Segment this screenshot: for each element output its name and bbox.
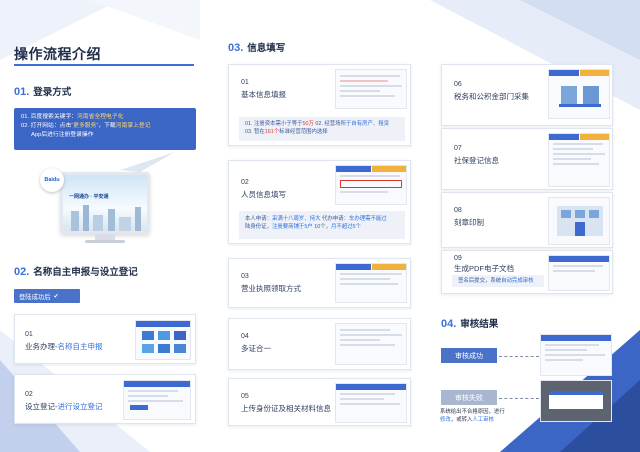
baidu-logo: Baidu: [40, 168, 64, 192]
login-success-tag: 登陆成功后 ✔: [14, 289, 80, 303]
card-title: 业务办理-: [25, 342, 58, 351]
card-title: 上传身份证及相关材料信息: [241, 404, 331, 413]
form-screenshot: [548, 255, 610, 291]
card-number: 03: [241, 273, 249, 280]
step3-card-personnel-info[interactable]: 02 人员信息填写 本人申请：采满十八周岁、持大 代办申请：车办理需不能过 陆身…: [228, 160, 411, 244]
app-screenshot: [135, 320, 191, 360]
page-title: 操作流程介绍: [14, 46, 101, 62]
card-title: 人员信息填写: [241, 190, 286, 199]
login-step2-text-b: ，下载: [98, 122, 116, 129]
building-icon: [559, 86, 601, 107]
step3-card-license-pickup[interactable]: 03 营业执照领取方式: [228, 258, 411, 308]
section-03-heading: 03. 信息填写: [228, 40, 285, 54]
section-number: 04.: [441, 318, 457, 330]
monitor-screenshot: 一网通办 · 平安通: [60, 172, 150, 234]
step3-card-multi-certificate[interactable]: 04 多证合一: [228, 318, 411, 370]
form-screenshot: [548, 197, 610, 245]
card-number: 01: [241, 79, 249, 86]
form-screenshot: [335, 323, 407, 365]
step3-card-seal[interactable]: 08 刻章印制: [441, 192, 613, 248]
section-02-heading: 02. 名称自主申报与设立登记: [14, 264, 138, 278]
step3-card-social-security[interactable]: 07 社保登记信息: [441, 128, 613, 190]
card-title-link[interactable]: 名称自主申报: [58, 342, 103, 351]
step3-card-tax-fund[interactable]: 06 税务和公积金部门采集: [441, 64, 613, 126]
card-number: 08: [454, 207, 462, 214]
form-screenshot: [335, 383, 407, 423]
card-title: 生成PDF电子文档: [454, 264, 514, 273]
form-screenshot: [335, 263, 407, 303]
card-title: 营业执照领取方式: [241, 284, 301, 293]
login-step1-text: 01. 百度搜索关键字：: [21, 114, 78, 120]
card-title: 多证合一: [241, 344, 271, 353]
login-instructions: 01. 百度搜索关键字：河南省全程电子化 02. 打开网站：点击“更多服务”，下…: [14, 108, 196, 150]
website-preview: 一网通办 · 平安通: [63, 175, 147, 231]
card-number: 04: [241, 333, 249, 340]
step2-card-name-declaration[interactable]: 01 业务办理-名称自主申报: [14, 314, 196, 364]
card-number: 05: [241, 393, 249, 400]
step3-card-pdf[interactable]: 09 生成PDF电子文档 签名后提交，系统自动完成审核: [441, 250, 613, 294]
section-number: 01.: [14, 86, 30, 98]
title-underline: [14, 64, 194, 66]
fail-note: 系统给出不合格原因，进行修改，或转入人工审核: [440, 409, 505, 424]
step3-card-upload-id[interactable]: 05 上传身份证及相关材料信息: [228, 378, 411, 426]
form-screenshot: [548, 133, 610, 187]
card-number: 01: [25, 331, 33, 338]
section-label: 名称自主申报与设立登记: [33, 267, 138, 278]
login-step3-text: App后进行注册登录操作: [31, 131, 94, 138]
card-title: 刻章印制: [454, 218, 484, 227]
search-keyword: 河南省全程电子化: [77, 114, 124, 120]
card-title: 税务和公积金部门采集: [454, 92, 529, 101]
screen-title: 一网通办 · 平安通: [69, 194, 109, 200]
login-success-label: 登陆成功后: [19, 293, 51, 301]
section-04-heading: 04. 审核结果: [441, 316, 498, 330]
card-description: 签名后提交，系统自动完成审核: [458, 278, 534, 284]
form-screenshot: [335, 69, 407, 109]
fail-connector: [499, 398, 539, 399]
card-title: 基本信息填报: [241, 90, 286, 99]
app-name: 河南掌上登记: [115, 122, 151, 129]
app-screenshot: [123, 380, 191, 420]
check-icon: ✔: [53, 292, 59, 300]
card-number: 02: [241, 179, 249, 186]
section-label: 信息填写: [247, 43, 286, 54]
more-services-link[interactable]: “更多服务”: [71, 123, 98, 129]
card-description: 本人申请：采满十八周岁、持大 代办申请：车办理需不能过 陆身份证，注册要商铺于5…: [245, 216, 387, 231]
card-title: 社保登记信息: [454, 156, 499, 165]
step2-card-establish-registration[interactable]: 02 设立登记-进行设立登记: [14, 374, 196, 424]
monitor-base: [85, 240, 125, 243]
section-number: 03.: [228, 42, 244, 54]
card-number: 02: [25, 391, 33, 398]
city-skyline-icon: [71, 205, 141, 231]
card-number: 07: [454, 145, 462, 152]
section-number: 02.: [14, 266, 30, 278]
login-step2-text: 02. 打开网站：点击: [21, 122, 72, 129]
review-success-badge: 审核成功: [441, 348, 497, 363]
card-title-link[interactable]: 进行设立登记: [58, 402, 103, 411]
section-label: 审核结果: [460, 319, 499, 330]
card-number: 06: [454, 81, 462, 88]
section-label: 登录方式: [33, 87, 72, 98]
form-screenshot: [548, 69, 610, 119]
review-fail-badge: 审核失败: [441, 390, 497, 405]
step3-card-basic-info[interactable]: 01 基本信息填报 01. 注册资本需小于等于50万 02. 经营场所于自有房产…: [228, 64, 411, 146]
form-screenshot: [335, 165, 407, 205]
card-title: 设立登记-: [25, 402, 58, 411]
card-description: 01. 注册资本需小于等于50万 02. 经营场所于自有房产、租赁 03. 暂在…: [245, 121, 390, 136]
success-connector: [499, 356, 539, 357]
section-01-heading: 01. 登录方式: [14, 84, 71, 98]
seal-office-icon: [557, 206, 603, 236]
card-number: 09: [454, 255, 462, 262]
success-screenshot: [540, 334, 612, 376]
fail-screenshot: [540, 380, 612, 422]
